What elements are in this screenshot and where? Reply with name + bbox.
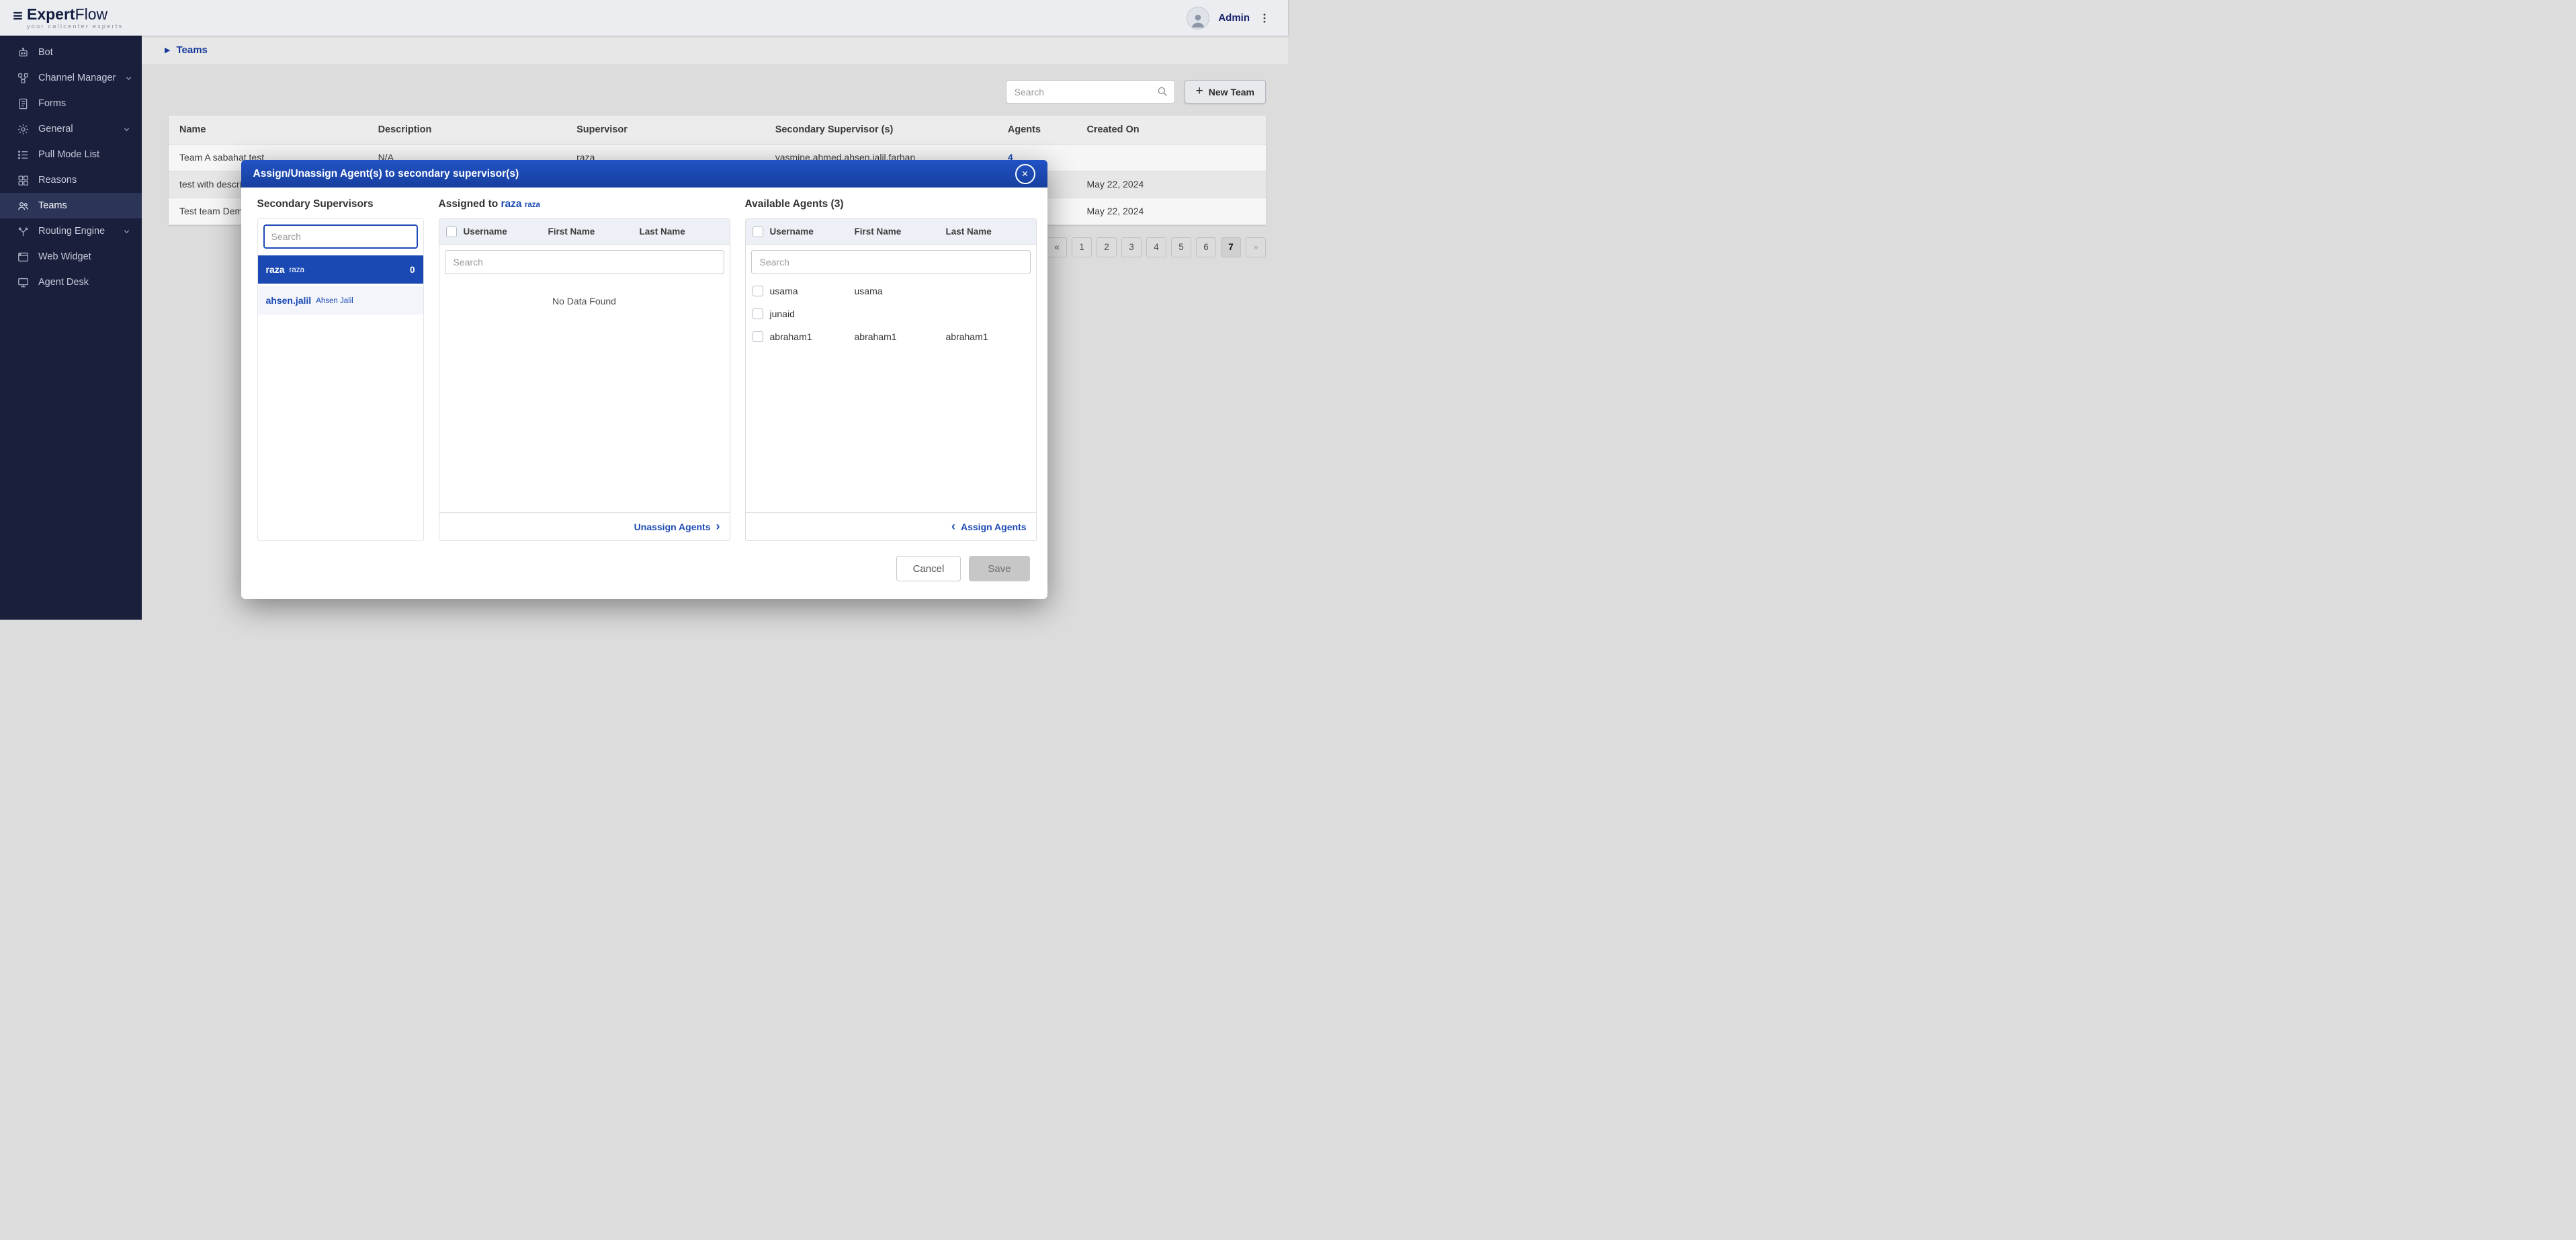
modal-title: Assign/Unassign Agent(s) to secondary su… [253, 168, 519, 180]
supervisor-username: ahsen.jalil [266, 295, 312, 306]
assigned-heading-prefix: Assigned to [439, 198, 499, 210]
agent-username: abraham1 [770, 331, 855, 342]
assigned-agents-column: Assigned to raza raza Username First Nam… [439, 198, 730, 541]
secondary-supervisors-column: Secondary Supervisors raza raza 0 ahsen.… [257, 198, 424, 541]
assigned-panel-footer: Unassign Agents › [439, 512, 730, 540]
agent-checkbox-cell [746, 286, 770, 296]
supervisor-list-item[interactable]: raza raza 0 [258, 255, 423, 284]
available-search [746, 245, 1036, 280]
available-table-header: Username First Name Last Name [746, 219, 1036, 245]
supervisor-count-badge: 0 [410, 265, 415, 275]
supervisor-fullname: raza [290, 266, 304, 274]
agent-checkbox[interactable] [753, 308, 763, 319]
agent-checkbox-cell [746, 331, 770, 342]
assigned-search [439, 245, 730, 280]
available-panel-footer: ‹ Assign Agents [746, 512, 1036, 540]
assign-agents-modal: Assign/Unassign Agent(s) to secondary su… [241, 160, 1047, 599]
assign-agents-label: Assign Agents [961, 522, 1027, 532]
available-agents-column: Available Agents (3) Username First Name… [745, 198, 1037, 541]
chevron-left-icon: ‹ [951, 520, 955, 532]
agent-row[interactable]: abraham1 abraham1 abraham1 [746, 325, 1036, 348]
agent-row[interactable]: usama usama [746, 280, 1036, 302]
col-username: Username [770, 226, 855, 237]
select-all-checkbox[interactable] [753, 226, 763, 237]
unassign-agents-label: Unassign Agents [634, 522, 711, 532]
supervisor-search-input[interactable] [263, 224, 418, 249]
supervisor-fullname: Ahsen Jalil [316, 297, 353, 305]
available-list: usama usama junaid [746, 280, 1036, 512]
cancel-button[interactable]: Cancel [896, 556, 961, 581]
agent-checkbox-cell [746, 308, 770, 319]
chevron-right-icon: › [716, 520, 720, 532]
col-username: Username [464, 226, 548, 237]
unassign-agents-button[interactable]: Unassign Agents › [634, 522, 720, 532]
modal-body: Secondary Supervisors raza raza 0 ahsen.… [241, 188, 1047, 541]
assigned-heading: Assigned to raza raza [439, 198, 730, 212]
assign-agents-button[interactable]: ‹ Assign Agents [951, 522, 1027, 532]
supervisor-list-item[interactable]: ahsen.jalil Ahsen Jalil [258, 286, 423, 315]
available-agents-panel: Username First Name Last Name usama usam… [745, 218, 1037, 541]
assigned-list: No Data Found [439, 280, 730, 512]
assigned-heading-username: raza [501, 198, 522, 210]
app-root: ExpertFlow your callcenter experts Admin… [0, 0, 1288, 620]
agent-username: junaid [770, 308, 855, 319]
select-all-checkbox-cell [439, 226, 464, 237]
agent-checkbox[interactable] [753, 331, 763, 342]
modal-header: Assign/Unassign Agent(s) to secondary su… [241, 160, 1047, 188]
save-button[interactable]: Save [969, 556, 1029, 581]
no-data-found-text: No Data Found [439, 296, 730, 306]
select-all-checkbox-cell [746, 226, 770, 237]
assigned-agents-panel: Username First Name Last Name No Data Fo… [439, 218, 730, 541]
agent-checkbox[interactable] [753, 286, 763, 296]
close-icon[interactable]: × [1015, 164, 1035, 184]
assigned-table-header: Username First Name Last Name [439, 219, 730, 245]
available-heading: Available Agents (3) [745, 198, 1037, 212]
select-all-checkbox[interactable] [446, 226, 457, 237]
available-search-input[interactable] [751, 250, 1031, 274]
col-last-name: Last Name [946, 226, 1036, 237]
modal-footer: Cancel Save [241, 541, 1047, 599]
col-last-name: Last Name [640, 226, 730, 237]
assigned-heading-fullname: raza [525, 201, 540, 209]
secondary-supervisors-heading: Secondary Supervisors [257, 198, 424, 212]
col-first-name: First Name [548, 226, 640, 237]
secondary-supervisors-panel: raza raza 0 ahsen.jalil Ahsen Jalil [257, 218, 424, 541]
supervisor-search [263, 224, 418, 249]
supervisor-username: raza [266, 264, 285, 275]
agent-last-name: abraham1 [946, 331, 1036, 342]
agent-first-name: abraham1 [855, 331, 946, 342]
agent-username: usama [770, 286, 855, 296]
col-first-name: First Name [855, 226, 946, 237]
assigned-search-input[interactable] [445, 250, 724, 274]
modal-overlay: Assign/Unassign Agent(s) to secondary su… [0, 0, 1288, 620]
agent-first-name: usama [855, 286, 946, 296]
agent-row[interactable]: junaid [746, 302, 1036, 325]
